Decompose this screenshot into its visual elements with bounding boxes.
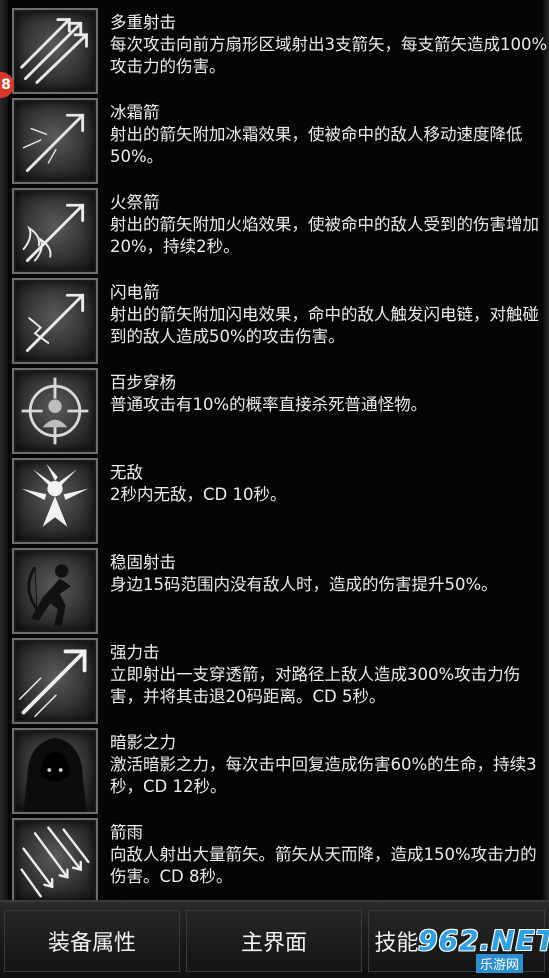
multi-arrow-icon — [12, 8, 98, 94]
skill-description: 立即射出一支穿透箭，对路径上敌人造成300%攻击力伤害，并将其击退20码距离。C… — [110, 665, 521, 706]
fire-arrow-icon — [12, 188, 98, 274]
skill-description: 射出的箭矢附加火焰效果，使被命中的敌人受到的伤害增加20%，持续2秒。 — [110, 215, 539, 256]
skill-description: 身边15码范围内没有敌人时，造成的伤害提升50%。 — [110, 575, 498, 594]
skill-name: 百步穿杨 — [110, 373, 176, 392]
skill-description: 射出的箭矢附加闪电效果，命中的敌人触发闪电链，对触碰到的敌人造成50%的攻击伤害… — [110, 305, 539, 346]
watermark-logo: 962.NET 乐游网 — [410, 924, 549, 974]
invincible-icon — [12, 458, 98, 544]
skill-name: 多重射击 — [110, 13, 176, 32]
lightning-arrow-icon — [12, 278, 98, 364]
arrow-rain-icon — [12, 818, 98, 904]
skill-name: 火祭箭 — [110, 193, 160, 212]
skill-item[interactable]: 百步穿杨 普通攻击有10%的概率直接杀死普通怪物。 — [12, 368, 549, 458]
tab-label: 主界面 — [240, 931, 307, 956]
skill-name: 强力击 — [110, 643, 160, 662]
skill-name: 稳固射击 — [110, 553, 176, 572]
skill-item[interactable]: 火祭箭 射出的箭矢附加火焰效果，使被命中的敌人受到的伤害增加20%，持续2秒。 — [12, 188, 549, 278]
tab-label: 装备属性 — [47, 931, 136, 956]
skill-description: 激活暗影之力，每次击中回复造成伤害60%的生命，持续3秒，CD 12秒。 — [110, 755, 537, 796]
skill-name: 冰霜箭 — [110, 103, 160, 122]
skill-item[interactable]: 箭雨 向敌人射出大量箭矢。箭矢从天而降，造成150%攻击力的伤害。CD 8秒。 — [12, 818, 549, 908]
skill-item[interactable]: 多重射击 每次攻击向前方扇形区域射出3支箭矢，每支箭矢造成100%攻击力的伤害。 — [12, 8, 549, 98]
skill-name: 暗影之力 — [110, 733, 176, 752]
watermark-subtext: 乐游网 — [476, 954, 524, 973]
frost-arrow-icon — [12, 98, 98, 184]
tab-equipment-attributes[interactable]: 装备属性 — [4, 910, 180, 972]
skill-item[interactable]: 强力击 立即射出一支穿透箭，对路径上敌人造成300%攻击力伤害，并将其击退20码… — [12, 638, 549, 728]
skill-description: 普通攻击有10%的概率直接杀死普通怪物。 — [110, 395, 428, 414]
power-arrow-icon — [12, 638, 98, 724]
skill-item[interactable]: 无敌 2秒内无敌，CD 10秒。 — [12, 458, 549, 548]
skill-description: 2秒内无敌，CD 10秒。 — [110, 485, 287, 504]
skill-name: 箭雨 — [110, 823, 143, 842]
skill-name: 无敌 — [110, 463, 143, 482]
left-frame — [0, 0, 8, 900]
skill-description: 射出的箭矢附加冰霜效果，使被命中的敌人移动速度降低50%。 — [110, 125, 523, 166]
skill-item[interactable]: 冰霜箭 射出的箭矢附加冰霜效果，使被命中的敌人移动速度降低50%。 — [12, 98, 549, 188]
skill-item[interactable]: 稳固射击 身边15码范围内没有敌人时，造成的伤害提升50%。 — [12, 548, 549, 638]
tab-main-screen[interactable]: 主界面 — [186, 910, 362, 972]
skill-description: 每次攻击向前方扇形区域射出3支箭矢，每支箭矢造成100%攻击力的伤害。 — [110, 35, 548, 76]
archer-icon — [12, 548, 98, 634]
skill-item[interactable]: 暗影之力 激活暗影之力，每次击中回复造成伤害60%的生命，持续3秒，CD 12秒… — [12, 728, 549, 818]
shadow-hood-icon — [12, 728, 98, 814]
crosshair-icon — [12, 368, 98, 454]
watermark-text: 962.NET — [418, 924, 549, 957]
skill-description: 向敌人射出大量箭矢。箭矢从天而降，造成150%攻击力的伤害。CD 8秒。 — [110, 845, 537, 886]
skill-item[interactable]: 闪电箭 射出的箭矢附加闪电效果，命中的敌人触发闪电链，对触碰到的敌人造成50%的… — [12, 278, 549, 368]
skill-name: 闪电箭 — [110, 283, 160, 302]
